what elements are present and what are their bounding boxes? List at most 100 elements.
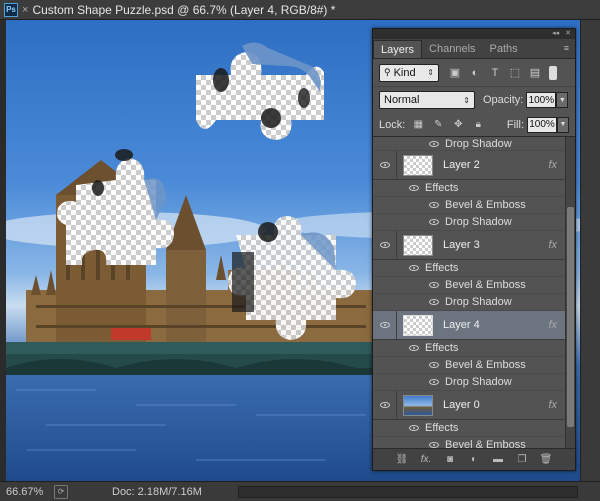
fill-input[interactable]: 100% [527, 116, 557, 133]
eye-icon[interactable] [409, 185, 419, 191]
collapse-panel-icon[interactable]: ◂◂ [552, 29, 559, 39]
fx-icon[interactable]: fx [548, 319, 557, 331]
effects-row[interactable]: Effects [373, 340, 575, 357]
effect-row[interactable]: Drop Shadow [373, 294, 575, 311]
vertical-scrollbar[interactable] [580, 20, 600, 481]
smart-object-filter-icon[interactable]: ▤ [527, 65, 543, 81]
tab-layers[interactable]: Layers [373, 40, 423, 58]
adjustment-filter-icon[interactable]: ◐ [467, 65, 483, 81]
lock-image-icon[interactable]: ✎ [431, 118, 445, 132]
lock-position-icon[interactable]: ✥ [451, 118, 465, 132]
add-mask-icon[interactable]: ◙ [443, 453, 457, 467]
eye-icon[interactable] [429, 299, 439, 305]
effects-row[interactable]: Effects [373, 420, 575, 437]
layers-panel: ◂◂ ✕ Layers Channels Paths ≡ ⚲ Kind ⇕ ▣ … [372, 28, 576, 471]
fx-icon[interactable]: fx [548, 159, 557, 171]
visibility-toggle[interactable] [373, 231, 397, 259]
type-filter-icon[interactable]: T [487, 65, 503, 81]
pixel-filter-icon[interactable]: ▣ [447, 65, 463, 81]
layers-bottom-toolbar: ⛓ fx. ◙ ◐ ▬ ❐ 🗑︎ [373, 448, 575, 470]
layer-row-layer-3[interactable]: Layer 3 fx ▴ [373, 231, 575, 260]
tab-channels[interactable]: Channels [422, 40, 482, 58]
layer-thumbnail [403, 394, 433, 416]
status-menu-icon[interactable]: ⟳ [54, 484, 68, 499]
effect-label: Bevel & Emboss [445, 279, 526, 291]
fx-icon[interactable]: fx [548, 399, 557, 411]
lock-label: Lock: [379, 118, 406, 131]
blend-mode-value: Normal [384, 94, 420, 106]
eye-icon[interactable] [429, 362, 439, 368]
effects-label: Effects [425, 422, 459, 434]
eye-icon [379, 402, 390, 408]
eye-icon[interactable] [409, 425, 419, 431]
close-document-icon[interactable]: × [22, 4, 28, 16]
panel-tabs: Layers Channels Paths ≡ [373, 39, 575, 59]
puzzle-piece-top [196, 42, 324, 140]
visibility-toggle[interactable] [373, 391, 397, 419]
link-layers-icon[interactable]: ⛓ [395, 453, 409, 467]
effect-row[interactable]: Bevel & Emboss [373, 357, 575, 374]
horizontal-scrollbar[interactable] [238, 486, 578, 498]
layer-name[interactable]: Layer 4 [443, 319, 480, 331]
title-bar: Ps × Custom Shape Puzzle.psd @ 66.7% (La… [0, 0, 600, 20]
fill-label: Fill: [506, 118, 524, 131]
effects-row[interactable]: Effects [373, 180, 575, 197]
effect-row[interactable]: Bevel & Emboss [373, 197, 575, 214]
effect-label: Drop Shadow [445, 137, 512, 150]
layer-row-layer-0[interactable]: Layer 0 fx ▴ [373, 391, 575, 420]
add-style-fx-icon[interactable]: fx. [419, 453, 433, 467]
document-title: Custom Shape Puzzle.psd @ 66.7% (Layer 4… [32, 2, 336, 17]
layer-name[interactable]: Layer 0 [443, 399, 480, 411]
tab-paths[interactable]: Paths [483, 40, 525, 58]
new-group-folder-icon[interactable]: ▬ [491, 453, 505, 467]
layers-scrollbar[interactable] [565, 137, 575, 455]
filter-kind-select[interactable]: ⚲ Kind ⇕ [379, 63, 439, 82]
eye-icon[interactable] [429, 140, 439, 147]
blend-mode-select[interactable]: Normal ⇕ [379, 91, 475, 109]
shape-filter-icon[interactable]: ⬚ [507, 65, 523, 81]
fill-dropdown-icon[interactable]: ▼ [557, 116, 569, 133]
effect-label: Drop Shadow [445, 296, 512, 308]
eye-icon[interactable] [429, 282, 439, 288]
effect-label: Drop Shadow [445, 376, 512, 388]
lock-row: Lock: ▦ ✎ ✥ 🔒︎ Fill: 100% ▼ [373, 113, 575, 137]
eye-icon[interactable] [429, 202, 439, 208]
new-layer-icon[interactable]: ❐ [515, 453, 529, 467]
fx-icon[interactable]: fx [548, 239, 557, 251]
layer-thumbnail [403, 154, 433, 176]
photoshop-logo-icon: Ps [4, 2, 18, 17]
effect-row[interactable]: Drop Shadow [373, 214, 575, 231]
filter-row: ⚲ Kind ⇕ ▣ ◐ T ⬚ ▤ [373, 59, 575, 87]
layer-row-layer-2[interactable]: Layer 2 fx ▴ [373, 151, 575, 180]
panel-menu-icon[interactable]: ≡ [564, 43, 569, 53]
filter-kind-value: Kind [393, 66, 416, 79]
close-panel-icon[interactable]: ✕ [565, 29, 571, 39]
filter-toggle[interactable] [549, 65, 557, 80]
layer-thumbnail [403, 314, 433, 336]
layer-name[interactable]: Layer 2 [443, 159, 480, 171]
layer-row-layer-4[interactable]: Layer 4 fx ▴ [373, 311, 575, 340]
eye-icon[interactable] [409, 265, 419, 271]
eye-icon[interactable] [429, 219, 439, 225]
effects-row[interactable]: Effects [373, 260, 575, 277]
lock-transparent-icon[interactable]: ▦ [411, 118, 425, 132]
adjustment-layer-icon[interactable]: ◐ [467, 453, 481, 467]
scrollbar-thumb[interactable] [567, 207, 574, 427]
opacity-dropdown-icon[interactable]: ▼ [556, 92, 569, 108]
trash-icon[interactable]: 🗑︎ [539, 453, 553, 467]
effect-row[interactable]: Bevel & Emboss [373, 277, 575, 294]
effects-label: Effects [425, 182, 459, 194]
zoom-level[interactable]: 66.67% [0, 486, 48, 498]
puzzle-piece-left [57, 149, 174, 265]
eye-icon[interactable] [429, 379, 439, 385]
lock-all-icon[interactable]: 🔒︎ [471, 118, 485, 132]
effect-row[interactable]: Drop Shadow [373, 137, 575, 151]
visibility-toggle[interactable] [373, 311, 397, 339]
layer-name[interactable]: Layer 3 [443, 239, 480, 251]
eye-icon[interactable] [409, 345, 419, 351]
opacity-input[interactable]: 100% [526, 92, 557, 108]
status-bar: 66.67% ⟳ Doc: 2.18M/7.16M ▶ [0, 481, 600, 501]
visibility-toggle[interactable] [373, 151, 397, 179]
effect-row[interactable]: Drop Shadow [373, 374, 575, 391]
chevron-updown-icon: ⇕ [463, 95, 470, 105]
